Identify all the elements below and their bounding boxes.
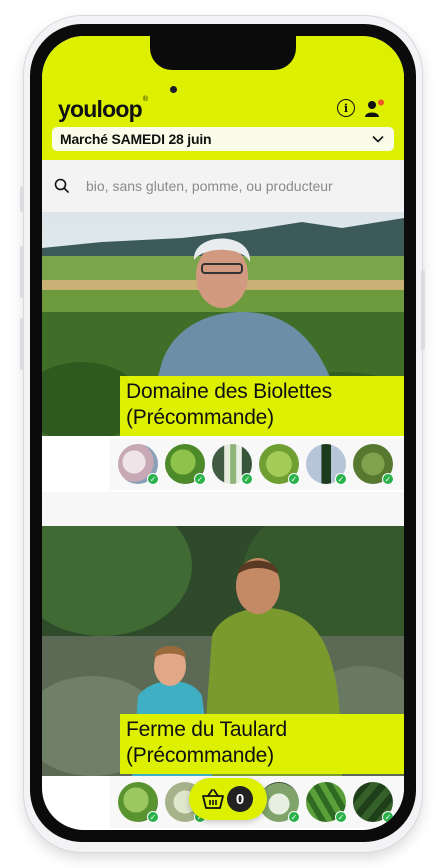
check-icon: ✓ — [288, 473, 300, 485]
info-icon[interactable]: i — [337, 99, 355, 117]
search-bar — [42, 160, 404, 212]
producer-order-type: (Précommande) — [126, 744, 274, 767]
product-thumb-garlic[interactable]: ✓ — [118, 444, 159, 485]
check-icon: ✓ — [382, 811, 394, 823]
market-date-label: Marché SAMEDI 28 juin — [60, 131, 212, 147]
chevron-down-icon — [372, 135, 384, 143]
check-icon: ✓ — [288, 811, 300, 823]
product-thumbnails: ✓ ✓ ✓ ✓ ✓ ✓ — [110, 438, 404, 490]
check-icon: ✓ — [335, 473, 347, 485]
producer-name: Ferme du Taulard — [126, 718, 287, 741]
product-thumb-lettuce[interactable]: ✓ — [118, 782, 159, 823]
list-spacer — [42, 492, 404, 526]
product-thumb-cucumber[interactable]: ✓ — [353, 782, 394, 823]
cart-count-badge: 0 — [227, 786, 253, 812]
product-thumb-oil[interactable]: ✓ — [306, 444, 347, 485]
producer-name: Domaine des Biolettes — [126, 380, 332, 403]
app-screen: youloop® i Marché SAMEDI 28 juin bio, sa… — [42, 36, 404, 830]
product-thumb-salad[interactable]: ✓ — [259, 444, 300, 485]
product-thumb-lettuce[interactable]: ✓ — [165, 444, 206, 485]
user-icon[interactable] — [364, 98, 386, 118]
check-icon: ✓ — [382, 473, 394, 485]
volume-down-button — [20, 318, 24, 370]
cart-button[interactable]: 0 — [189, 778, 267, 820]
producer-title[interactable]: Ferme du Taulard (Précommande) — [120, 714, 404, 774]
product-thumb-leek[interactable]: ✓ — [212, 444, 253, 485]
producer-title[interactable]: Domaine des Biolettes (Précommande) — [120, 376, 404, 436]
producer-card[interactable]: Domaine des Biolettes (Précommande) ✓ ✓ … — [42, 212, 404, 492]
notch — [150, 36, 296, 70]
logo[interactable]: youloop® — [58, 96, 148, 123]
mute-switch — [20, 186, 24, 212]
search-input[interactable] — [84, 177, 388, 195]
logo-text: youloop — [58, 96, 143, 122]
check-icon: ✓ — [194, 473, 206, 485]
check-icon: ✓ — [241, 473, 253, 485]
product-thumb-herbs[interactable]: ✓ — [353, 444, 394, 485]
logo-mark: ® — [142, 96, 148, 103]
check-icon: ✓ — [147, 811, 159, 823]
producer-order-type: (Précommande) — [126, 406, 274, 429]
check-icon: ✓ — [147, 473, 159, 485]
volume-up-button — [20, 246, 24, 298]
power-button — [421, 270, 425, 350]
search-icon[interactable] — [54, 178, 70, 194]
product-thumb-zucchini[interactable]: ✓ — [306, 782, 347, 823]
basket-icon — [202, 789, 224, 809]
front-camera — [170, 86, 177, 93]
check-icon: ✓ — [335, 811, 347, 823]
market-date-select[interactable]: Marché SAMEDI 28 juin — [52, 127, 394, 151]
